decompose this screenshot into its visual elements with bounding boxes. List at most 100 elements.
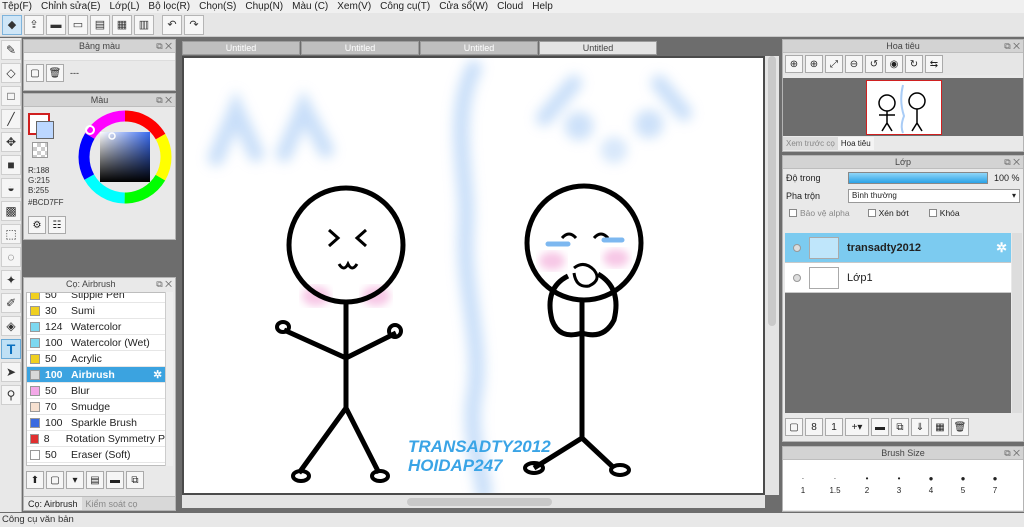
canvas-horizontal-scrollbar[interactable] <box>182 495 765 508</box>
brush-list-scrollbar[interactable] <box>165 292 173 466</box>
layer-list-scrollbar[interactable] <box>1012 233 1022 413</box>
panel-close-icon[interactable]: ⧉ ✕ <box>156 94 172 107</box>
new-layer-8bit-icon[interactable]: 8 <box>805 418 823 436</box>
list-item-selected[interactable]: 100 Airbrush ✲ <box>27 367 165 383</box>
tab-navigator[interactable]: Hoa tiêu <box>837 137 874 150</box>
add-layer-menu-icon[interactable]: +▾ <box>845 418 869 436</box>
menu-window[interactable]: Cửa sổ(W) <box>439 1 488 12</box>
move-tool-icon[interactable]: ✥ <box>1 132 21 152</box>
blend-mode-select[interactable]: Bình thường ▾ <box>848 189 1020 203</box>
clipping-checkbox[interactable] <box>867 209 876 217</box>
list-item[interactable]: 8 Rotation Symmetry P <box>27 431 165 447</box>
background-color-swatch[interactable] <box>36 121 54 139</box>
menu-file[interactable]: Tệp(F) <box>2 1 32 12</box>
document-icon[interactable]: ▤ <box>90 14 110 35</box>
new-page-icon[interactable]: ▢ <box>26 64 44 82</box>
list-item[interactable]: 30 Sumi <box>27 303 165 319</box>
color-palette-icon[interactable]: ☷ <box>48 216 66 234</box>
panel-close-icon[interactable]: ⧉ ✕ <box>1004 40 1020 53</box>
color-wheel[interactable] <box>76 108 174 206</box>
new-layer-icon[interactable]: ▢ <box>785 418 803 436</box>
color-settings-icon[interactable]: ⚙ <box>28 216 46 234</box>
brush-save-icon[interactable]: ▤ <box>86 471 104 489</box>
operation-tool-icon[interactable]: ➤ <box>1 362 21 382</box>
layout-icon[interactable]: ▦ <box>112 14 132 35</box>
zoom-in-icon[interactable]: ⊕ <box>805 55 823 73</box>
tab-brush[interactable]: Cọ: Airbrush <box>24 497 82 510</box>
eyedropper-tool-icon[interactable]: ⚲ <box>1 385 21 405</box>
grid-icon[interactable]: ▥ <box>134 14 154 35</box>
tab-brush-preview[interactable]: Xem trước cọ <box>783 137 838 150</box>
brush-size-option[interactable]: · 1.5 <box>819 460 851 510</box>
brush-size-option[interactable]: ● 7 <box>979 460 1011 510</box>
list-item[interactable]: 124 Watercolor <box>27 319 165 335</box>
rotate-left-icon[interactable]: ↺ <box>865 55 883 73</box>
magic-wand-tool-icon[interactable]: ✦ <box>1 270 21 290</box>
menu-edit[interactable]: Chỉnh sửa(E) <box>41 1 101 12</box>
brush-add-icon[interactable]: ⬆ <box>26 471 44 489</box>
eraser-tool-icon[interactable]: ◇ <box>1 63 21 83</box>
panel-close-icon[interactable]: ⧉ ✕ <box>1004 156 1020 169</box>
fill-rect-tool-icon[interactable]: ■ <box>1 155 21 175</box>
layer-row-selected[interactable]: transadty2012 ✲ <box>785 233 1011 263</box>
menu-layer[interactable]: Lớp(L) <box>110 1 140 12</box>
lock-checkbox[interactable] <box>928 209 937 217</box>
menu-help[interactable]: Help <box>532 1 553 12</box>
transparent-swatch[interactable] <box>32 142 48 158</box>
list-item[interactable]: 50 Stipple Pen <box>27 293 165 303</box>
brush-settings-icon[interactable]: ✲ <box>153 369 162 381</box>
delete-layer-icon[interactable]: 🗑 <box>951 418 969 436</box>
trash-icon[interactable]: 🗑 <box>46 64 64 82</box>
tab-brush-control[interactable]: Kiểm soát cọ <box>82 497 142 510</box>
merge-layer-icon[interactable]: ⇓ <box>911 418 929 436</box>
list-item[interactable]: 50 Acrylic <box>27 351 165 367</box>
menu-filter[interactable]: Bộ lọc(R) <box>148 1 190 12</box>
undo-icon[interactable]: ↶ <box>162 14 182 35</box>
drawing-canvas[interactable]: TRANSADTY2012 HOIDAP247 <box>182 56 765 501</box>
navigator-preview-area[interactable] <box>783 78 1023 136</box>
rotate-right-icon[interactable]: ↻ <box>905 55 923 73</box>
duplicate-layer-icon[interactable]: ⧉ <box>891 418 909 436</box>
message-icon[interactable]: ▭ <box>68 14 88 35</box>
menu-select[interactable]: Chọn(S) <box>199 1 236 12</box>
tab-document-4[interactable]: Untitled <box>539 41 657 55</box>
opacity-slider[interactable] <box>848 172 988 184</box>
folder-icon[interactable]: ▬ <box>871 418 889 436</box>
menu-view[interactable]: Xem(V) <box>337 1 371 12</box>
layer-settings-icon[interactable]: ✲ <box>996 240 1007 256</box>
layer-mask-icon[interactable]: ▦ <box>931 418 949 436</box>
visibility-eye-icon[interactable] <box>793 273 801 282</box>
canvas-vertical-scrollbar[interactable] <box>765 56 779 495</box>
brush-menu-icon[interactable]: ▾ <box>66 471 84 489</box>
brush-size-option[interactable]: ● 4 <box>915 460 947 510</box>
select-rect-tool-icon[interactable]: ⬚ <box>1 224 21 244</box>
visibility-eye-icon[interactable] <box>793 243 801 252</box>
bucket-tool-icon[interactable]: ◒ <box>1 178 21 198</box>
brush-size-option[interactable]: • 2 <box>851 460 883 510</box>
lasso-tool-icon[interactable]: ◌ <box>1 247 21 267</box>
redo-icon[interactable]: ↷ <box>184 14 204 35</box>
gradient-tool-icon[interactable]: ▩ <box>1 201 21 221</box>
menu-tools[interactable]: Công cụ(T) <box>380 1 430 12</box>
layer-row[interactable]: Lớp1 <box>785 263 1011 293</box>
list-item[interactable]: 50 Eraser (Soft) <box>27 447 165 463</box>
panel-close-icon[interactable]: ⧉ ✕ <box>1004 447 1020 460</box>
menu-color[interactable]: Màu (C) <box>292 1 328 12</box>
pen-tool-icon[interactable]: ✎ <box>1 40 21 60</box>
rectangle-tool-icon[interactable]: □ <box>1 86 21 106</box>
list-item[interactable]: 50 Blur <box>27 383 165 399</box>
brush-size-option[interactable]: ● 5 <box>947 460 979 510</box>
text-tool-icon[interactable]: T <box>1 339 21 359</box>
brush-tool-icon[interactable]: ╱ <box>1 109 21 129</box>
brush-copy-icon[interactable]: ⧉ <box>126 471 144 489</box>
tab-document-3[interactable]: Untitled <box>420 41 538 55</box>
tab-document-1[interactable]: Untitled <box>182 41 300 55</box>
comment-icon[interactable]: ▬ <box>46 14 66 35</box>
eraser-mode-icon[interactable]: ◆ <box>2 14 22 35</box>
export-icon[interactable]: ⇪ <box>24 14 44 35</box>
menu-capture[interactable]: Chụp(N) <box>245 1 283 12</box>
list-item[interactable]: 70 Smudge <box>27 399 165 415</box>
tab-document-2[interactable]: Untitled <box>301 41 419 55</box>
brush-size-option[interactable]: · 1 <box>787 460 819 510</box>
zoom-fit-icon[interactable]: ⊕ <box>785 55 803 73</box>
